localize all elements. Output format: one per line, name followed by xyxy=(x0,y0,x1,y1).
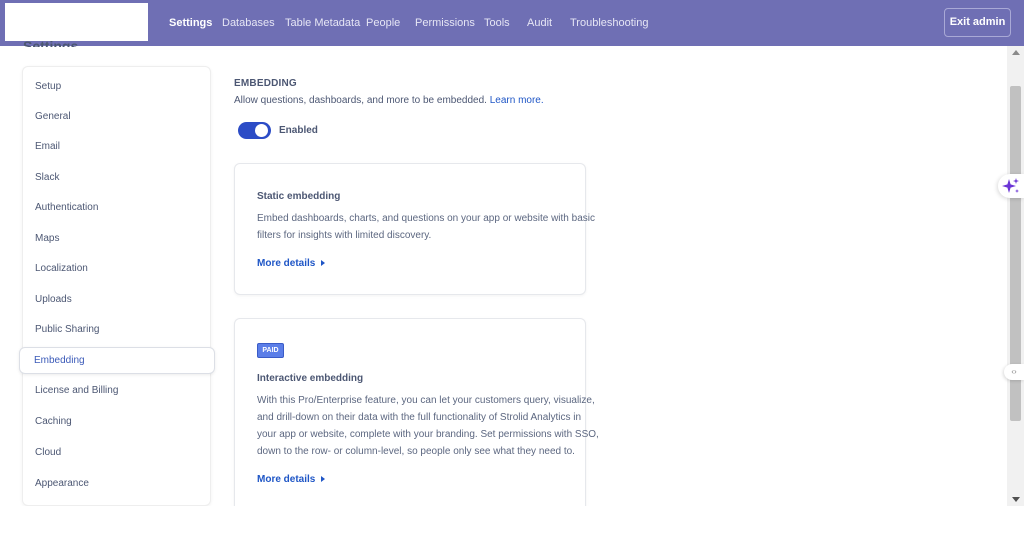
sidebar-item-slack[interactable]: Slack xyxy=(35,171,59,185)
more-details-label: More details xyxy=(257,258,316,269)
static-more-details-link[interactable]: More details xyxy=(257,258,326,269)
scroll-down-arrow-icon[interactable] xyxy=(1012,497,1020,502)
sidebar-item-authentication[interactable]: Authentication xyxy=(35,201,98,215)
description-line: filters for insights with limited discov… xyxy=(257,230,432,241)
side-panel-handle-icon[interactable]: ‹› xyxy=(1004,364,1024,380)
page-bottom-area xyxy=(0,506,1024,557)
section-description: Allow questions, dashboards, and more to… xyxy=(234,95,544,106)
logo[interactable] xyxy=(5,3,148,41)
description-line: your app or website, complete with your … xyxy=(257,429,599,440)
sidebar-item-caching[interactable]: Caching xyxy=(35,415,72,429)
sidebar-item-email[interactable]: Email xyxy=(35,140,60,154)
interactive-more-details-link[interactable]: More details xyxy=(257,474,326,485)
nav-audit[interactable]: Audit xyxy=(527,0,552,46)
sidebar-item-public-sharing[interactable]: Public Sharing xyxy=(35,323,99,337)
sidebar-item-setup[interactable]: Setup xyxy=(35,80,61,94)
settings-sidebar: Setup General Email Slack Authentication… xyxy=(22,66,211,506)
section-description-text: Allow questions, dashboards, and more to… xyxy=(234,95,487,106)
interactive-embedding-title: Interactive embedding xyxy=(257,373,364,384)
sidebar-item-localization[interactable]: Localization xyxy=(35,262,88,276)
sidebar-item-maps[interactable]: Maps xyxy=(35,232,59,246)
sidebar-item-general[interactable]: General xyxy=(35,110,71,124)
admin-top-nav: Settings Databases Table Metadata People… xyxy=(0,0,1024,46)
static-embedding-description: Embed dashboards, charts, and questions … xyxy=(257,210,595,244)
sidebar-item-cloud[interactable]: Cloud xyxy=(35,446,61,460)
learn-more-link[interactable]: Learn more. xyxy=(490,95,544,106)
nav-table-metadata[interactable]: Table Metadata xyxy=(285,0,360,46)
sidebar-item-label: Embedding xyxy=(34,355,85,366)
paid-badge: PAID xyxy=(257,343,284,358)
section-title: EMBEDDING xyxy=(234,78,297,89)
more-details-label: More details xyxy=(257,474,316,485)
nav-troubleshooting[interactable]: Troubleshooting xyxy=(570,0,648,46)
vertical-scrollbar[interactable] xyxy=(1007,46,1024,506)
nav-settings[interactable]: Settings xyxy=(169,0,212,46)
nav-databases[interactable]: Databases xyxy=(222,0,275,46)
sidebar-item-license-and-billing[interactable]: License and Billing xyxy=(35,384,118,398)
sidebar-item-uploads[interactable]: Uploads xyxy=(35,293,72,307)
static-embedding-title: Static embedding xyxy=(257,191,341,202)
chevron-right-icon xyxy=(321,260,326,267)
description-line: Embed dashboards, charts, and questions … xyxy=(257,213,595,224)
interactive-embedding-description: With this Pro/Enterprise feature, you ca… xyxy=(257,392,599,460)
interactive-embedding-card: PAID Interactive embedding With this Pro… xyxy=(234,318,599,518)
chevron-right-icon xyxy=(321,476,326,483)
page-title: Settings xyxy=(23,38,79,47)
ai-assistant-button[interactable] xyxy=(998,174,1024,198)
nav-permissions[interactable]: Permissions xyxy=(415,0,475,46)
embedding-toggle[interactable] xyxy=(238,122,271,139)
sidebar-item-embedding[interactable]: Embedding xyxy=(19,347,215,374)
sidebar-item-appearance[interactable]: Appearance xyxy=(35,477,89,491)
toggle-label: Enabled xyxy=(279,125,318,136)
description-line: With this Pro/Enterprise feature, you ca… xyxy=(257,395,595,406)
scroll-up-arrow-icon[interactable] xyxy=(1012,50,1020,55)
description-line: down to the row- or column-level, so peo… xyxy=(257,446,575,457)
toggle-knob xyxy=(255,124,268,137)
description-line: and drill-down on their data with the fu… xyxy=(257,412,582,423)
sparkle-icon xyxy=(1002,178,1019,193)
nav-people[interactable]: People xyxy=(366,0,400,46)
exit-admin-button[interactable]: Exit admin xyxy=(944,8,1011,37)
static-embedding-card: Static embedding Embed dashboards, chart… xyxy=(234,163,595,295)
nav-tools[interactable]: Tools xyxy=(484,0,510,46)
